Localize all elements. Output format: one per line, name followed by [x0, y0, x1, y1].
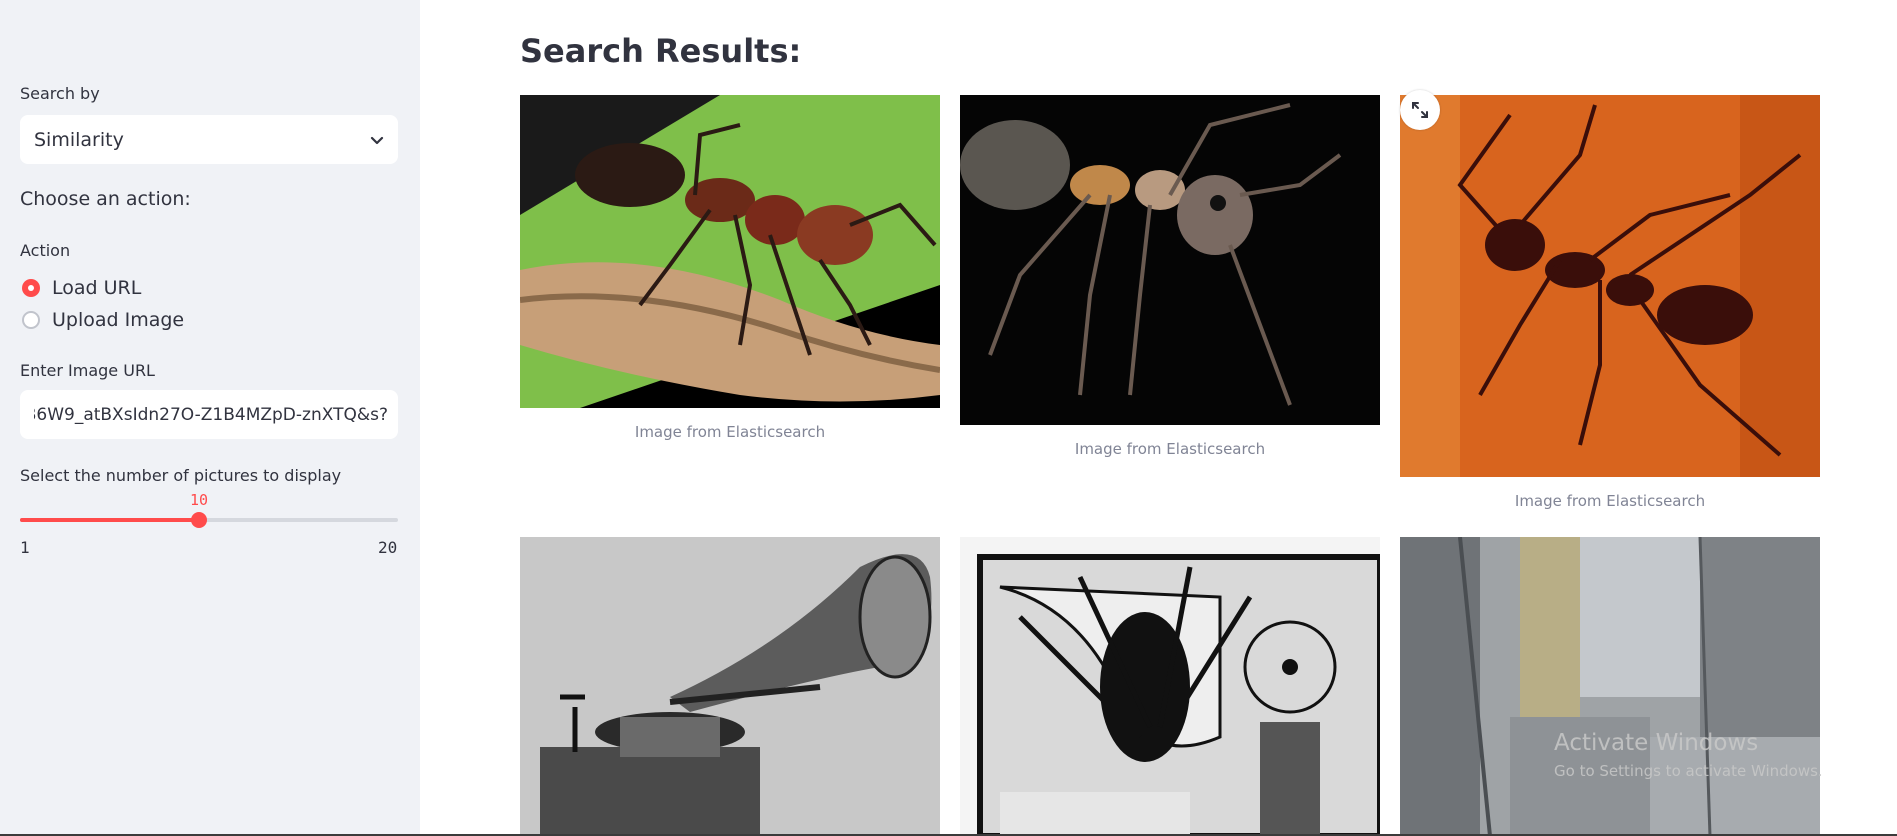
search-by-value: Similarity: [34, 128, 124, 151]
ant-image[interactable]: [1400, 95, 1820, 477]
radio-load-url-label: Load URL: [52, 277, 142, 299]
result-card: Image from Elasticsearch: [1400, 95, 1820, 515]
search-by-select[interactable]: Similarity: [20, 115, 398, 164]
radio-upload-image[interactable]: Upload Image: [22, 309, 184, 331]
picture-count-label: Select the number of pictures to display: [20, 466, 342, 485]
choose-action-heading: Choose an action:: [20, 188, 191, 210]
radio-checked-icon: [22, 279, 40, 297]
result-caption: Image from Elasticsearch: [634, 423, 826, 441]
sidebar: Search by Similarity Choose an action: A…: [0, 0, 420, 836]
result-caption: Image from Elasticsearch: [1074, 440, 1266, 458]
radio-upload-image-label: Upload Image: [52, 309, 185, 331]
result-card: Image from Elasticsearch: [520, 95, 940, 455]
slider-min: 1: [20, 538, 30, 557]
picture-count-slider[interactable]: [20, 512, 398, 528]
page-title: Search Results:: [520, 32, 802, 70]
watermark-title: Activate Windows: [1554, 730, 1759, 756]
engraving-image[interactable]: [960, 537, 1380, 836]
slider-max: 20: [378, 538, 398, 557]
ant-image[interactable]: [960, 95, 1380, 425]
result-caption: Image from Elasticsearch: [1514, 492, 1706, 510]
result-card: [960, 537, 1380, 836]
action-label: Action: [20, 241, 71, 260]
slider-value: 10: [190, 491, 209, 509]
fullscreen-button[interactable]: [1400, 90, 1440, 130]
result-card: Image from Elasticsearch: [960, 95, 1380, 475]
gramophone-image[interactable]: [520, 537, 940, 836]
image-url-label: Enter Image URL: [20, 361, 155, 380]
slider-fill: [20, 518, 200, 522]
glass-blocks-image[interactable]: [1400, 537, 1820, 836]
result-card: [520, 537, 940, 836]
search-by-label: Search by: [20, 84, 100, 103]
chevron-down-icon: [370, 136, 384, 144]
image-url-input[interactable]: [20, 390, 398, 439]
result-card: [1400, 537, 1820, 836]
expand-icon: [1412, 102, 1428, 118]
watermark-subtitle: Go to Settings to activate Windows.: [1554, 762, 1823, 780]
activate-windows-watermark: Activate Windows Go to Settings to activ…: [1554, 730, 1823, 780]
radio-load-url[interactable]: Load URL: [22, 277, 141, 299]
ant-image[interactable]: [520, 95, 940, 408]
radio-unchecked-icon: [22, 311, 40, 329]
slider-thumb[interactable]: [191, 512, 208, 528]
